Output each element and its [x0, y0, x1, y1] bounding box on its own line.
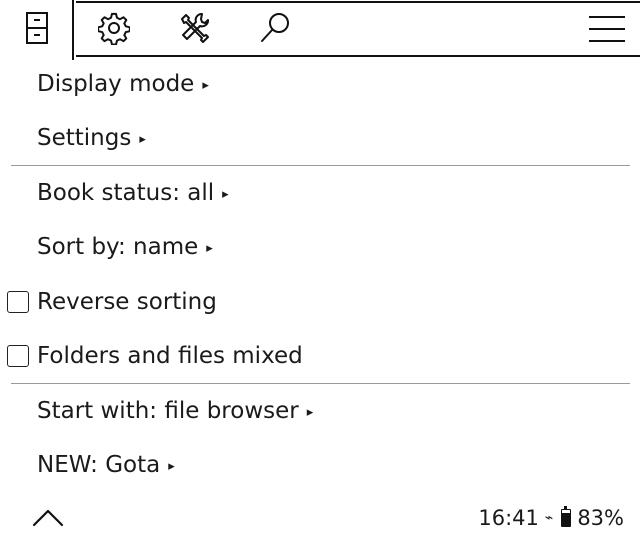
menu-item-label: Book status: all ▸ [37, 168, 229, 220]
settings-text: Settings [37, 125, 132, 151]
tools-icon[interactable] [178, 11, 210, 45]
menu-item-reverse-sorting[interactable]: Reverse sorting [0, 277, 640, 327]
folders-files-mixed-label: Folders and files mixed [37, 343, 303, 369]
submenu-arrow-icon: ▸ [202, 78, 209, 93]
menu-item-label: NEW: Gota ▸ [37, 440, 175, 492]
submenu-arrow-icon: ▸ [306, 405, 314, 420]
menu-item-folders-files-mixed[interactable]: Folders and files mixed [0, 331, 640, 381]
menu-item-display-mode[interactable]: Display mode ▸ [0, 59, 640, 109]
toolbar-top-border [76, 1, 640, 3]
gear-icon[interactable] [98, 11, 130, 45]
book-status-text: Book status: all [37, 180, 215, 206]
sort-by-text: Sort by: name [37, 234, 199, 260]
toolbar-bottom-border [76, 55, 640, 57]
divider [11, 383, 630, 384]
connection-icon: ⌁ [544, 510, 554, 526]
submenu-arrow-icon: ▸ [139, 132, 146, 147]
submenu-arrow-icon: ▸ [168, 459, 175, 474]
file-cabinet-icon[interactable] [21, 11, 53, 45]
battery-icon [561, 506, 572, 527]
menu-item-label: Display mode ▸ [37, 59, 209, 111]
display-mode-text: Display mode [37, 71, 195, 97]
tab-file-browser[interactable] [0, 0, 74, 60]
menu-item-start-with[interactable]: Start with: file browser ▸ [0, 386, 640, 436]
chevron-up-icon[interactable] [31, 505, 65, 529]
battery-fill [562, 512, 571, 526]
status-bar: 16:41 ⌁ 83% [478, 503, 624, 533]
menu-item-sort-by[interactable]: Sort by: name ▸ [0, 222, 640, 272]
battery-percent: 83% [577, 506, 624, 530]
top-toolbar [0, 0, 640, 60]
menu-item-label: Sort by: name ▸ [37, 222, 213, 274]
menu-item-new-gota[interactable]: NEW: Gota ▸ [0, 440, 640, 490]
search-icon[interactable] [259, 11, 291, 45]
menu-item-label: Start with: file browser ▸ [37, 386, 313, 438]
hamburger-menu-icon[interactable] [588, 14, 626, 44]
start-with-text: Start with: file browser [37, 398, 299, 424]
folders-files-mixed-checkbox[interactable] [7, 345, 29, 367]
reverse-sorting-checkbox[interactable] [7, 291, 29, 313]
menu-item-settings[interactable]: Settings ▸ [0, 113, 640, 163]
menu-item-label: Settings ▸ [37, 113, 146, 165]
reverse-sorting-label: Reverse sorting [37, 289, 217, 315]
divider [11, 165, 630, 166]
submenu-arrow-icon: ▸ [206, 241, 213, 256]
submenu-arrow-icon: ▸ [222, 187, 229, 202]
menu-item-book-status[interactable]: Book status: all ▸ [0, 168, 640, 218]
clock: 16:41 [478, 506, 539, 530]
new-gota-text: NEW: Gota [37, 452, 161, 478]
